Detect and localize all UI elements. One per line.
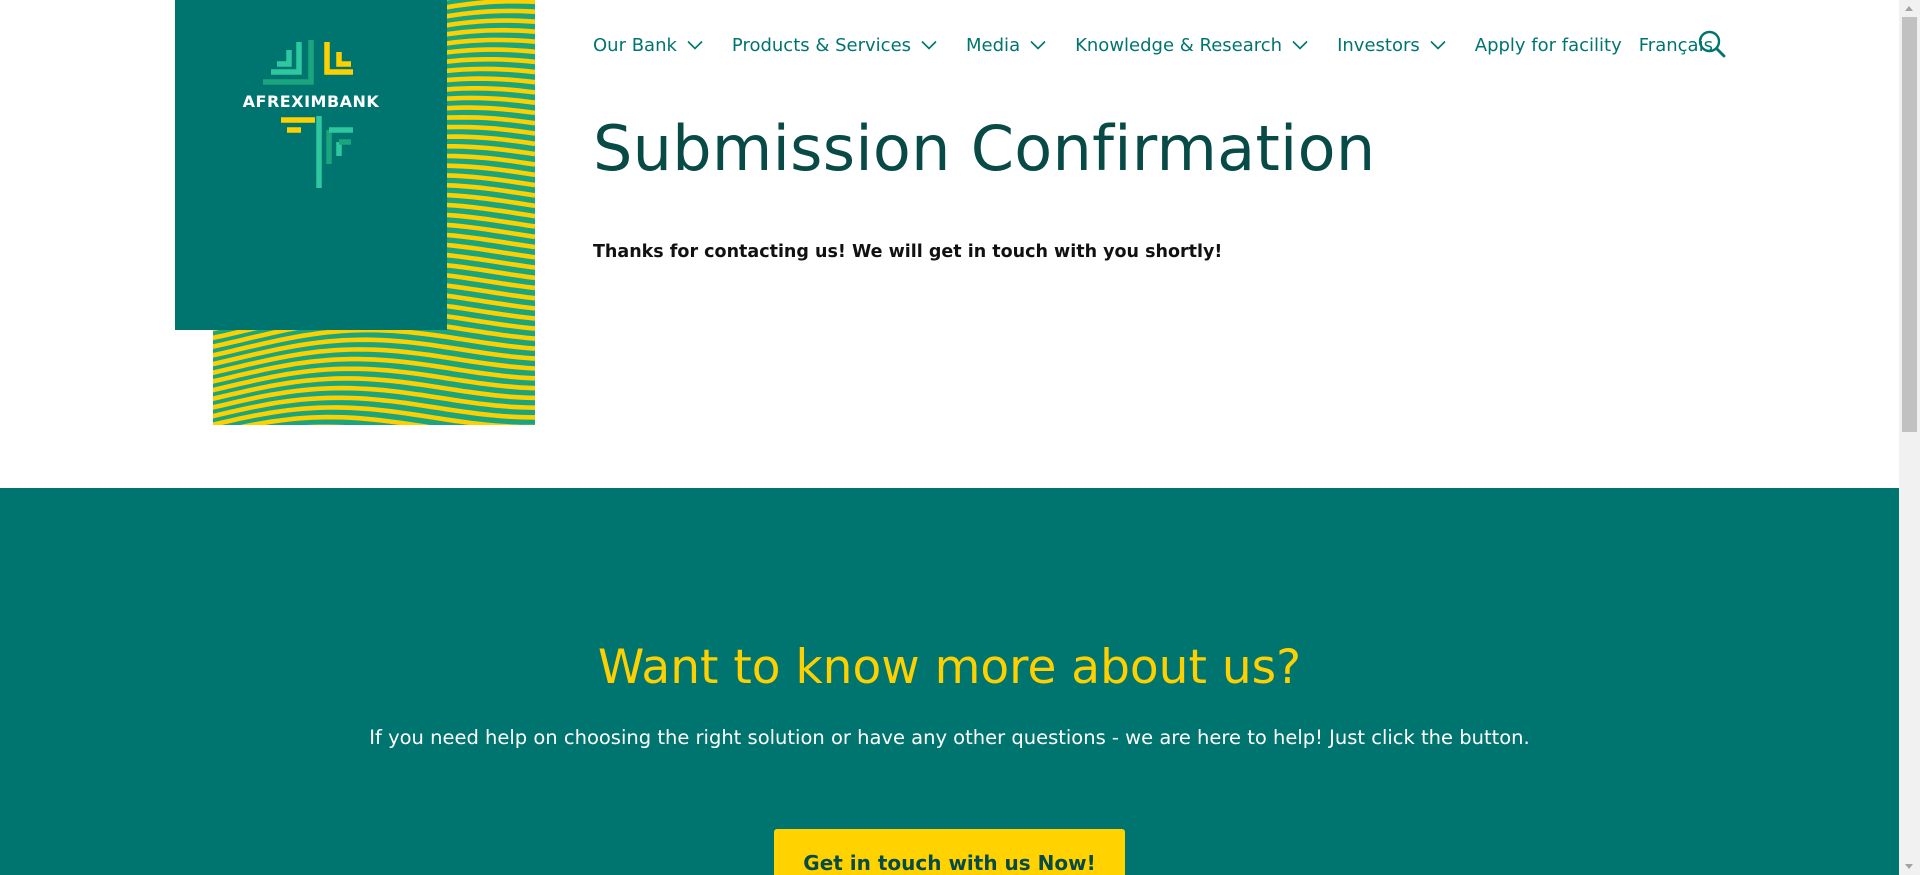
logo-wordmark: AFREXIMBANK bbox=[242, 92, 380, 111]
logo-mark-icon bbox=[263, 40, 353, 188]
chevron-down-icon bbox=[1030, 40, 1046, 50]
nav-item-label: Media bbox=[966, 34, 1021, 56]
chevron-down-icon bbox=[1292, 40, 1308, 50]
brand-art: AFREXIMBANK bbox=[175, 0, 535, 425]
page: AFREXIMBANK Our Bank Products & Services… bbox=[0, 0, 1899, 875]
nav-item-label: Our Bank bbox=[593, 34, 677, 56]
nav-item-label: Apply for facility bbox=[1474, 34, 1622, 56]
vertical-scrollbar[interactable] bbox=[1899, 0, 1920, 875]
nav-item-apply-facility[interactable]: Apply for facility bbox=[1475, 35, 1622, 56]
scroll-up-arrow-icon[interactable] bbox=[1905, 6, 1913, 11]
main-nav: Our Bank Products & Services Media Knowl… bbox=[593, 28, 1742, 62]
get-in-touch-button[interactable]: Get in touch with us Now! bbox=[774, 829, 1125, 875]
cta-heading: Want to know more about us? bbox=[597, 640, 1302, 695]
logo-link[interactable]: AFREXIMBANK bbox=[175, 0, 447, 330]
chevron-down-icon bbox=[1430, 40, 1446, 50]
cta-description: If you need help on choosing the right s… bbox=[369, 726, 1530, 749]
search-icon bbox=[1698, 30, 1726, 58]
nav-item-our-bank[interactable]: Our Bank bbox=[593, 35, 703, 56]
scrollbar-thumb[interactable] bbox=[1902, 17, 1917, 432]
nav-item-investors[interactable]: Investors bbox=[1337, 35, 1446, 56]
nav-item-knowledge-research[interactable]: Knowledge & Research bbox=[1075, 35, 1308, 56]
nav-item-label: Investors bbox=[1337, 34, 1420, 56]
nav-item-label: Knowledge & Research bbox=[1075, 34, 1283, 56]
nav-item-products-services[interactable]: Products & Services bbox=[732, 35, 937, 56]
nav-item-label: Products & Services bbox=[731, 34, 912, 56]
scroll-down-arrow-icon[interactable] bbox=[1905, 864, 1913, 869]
page-title: Submission Confirmation bbox=[593, 112, 1376, 185]
confirmation-message: Thanks for contacting us! We will get in… bbox=[593, 242, 1223, 262]
search-button[interactable] bbox=[1697, 29, 1727, 59]
nav-item-media[interactable]: Media bbox=[966, 35, 1046, 56]
chevron-down-icon bbox=[921, 40, 937, 50]
contact-cta-section: Want to know more about us? If you need … bbox=[0, 488, 1899, 875]
chevron-down-icon bbox=[687, 40, 703, 50]
